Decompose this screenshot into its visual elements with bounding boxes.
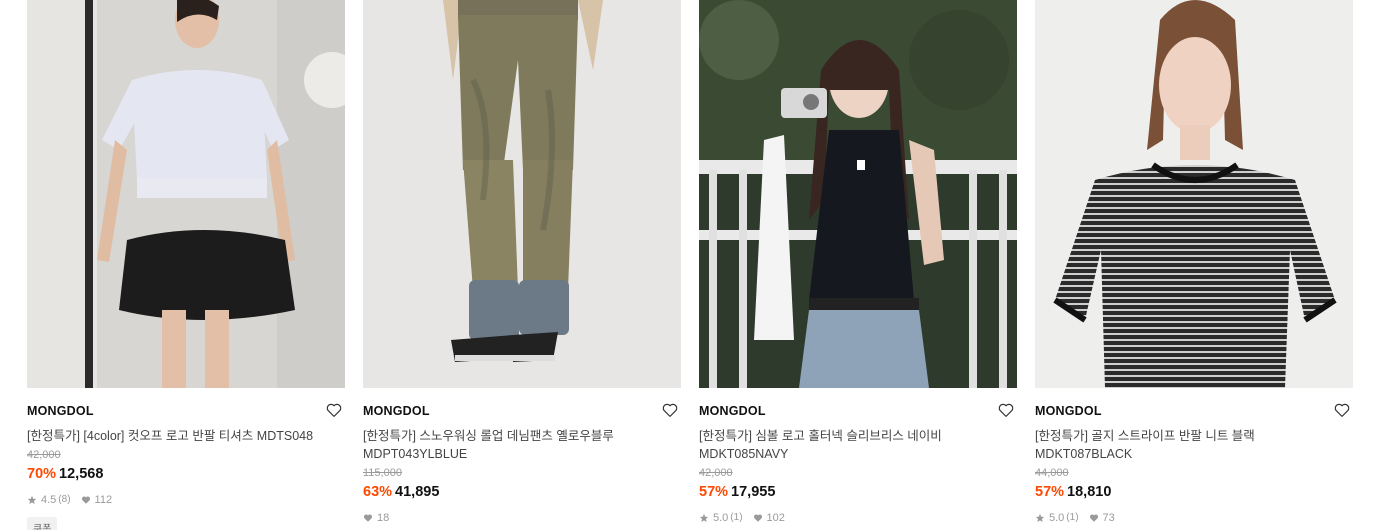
rating-value: 5.0: [1049, 512, 1065, 524]
product-card[interactable]: MONGDOL [한정특가] 골지 스트라이프 반팔 니트 블랙 MDKT087…: [1035, 0, 1353, 525]
product-meta: 4.5 (8) 112: [27, 493, 345, 507]
original-price: 42,000: [27, 449, 61, 461]
product-info: MONGDOL [한정특가] [4color] 컷오프 로고 반팔 티셔츠 MD…: [27, 388, 345, 530]
like-count: 18: [377, 512, 390, 524]
sale-price: 41,895: [395, 484, 440, 500]
like-count: 73: [1102, 512, 1115, 524]
brand-name[interactable]: MONGDOL: [699, 404, 1017, 419]
brand-name[interactable]: MONGDOL: [27, 404, 345, 419]
price-row: 70% 12,568: [27, 465, 345, 483]
price-row: 63% 41,895: [363, 483, 681, 501]
discount-rate: 63%: [363, 484, 393, 500]
discount-rate: 70%: [27, 466, 57, 482]
product-meta: 5.0 (1) 102: [699, 511, 1017, 525]
product-grid: MONGDOL [한정특가] [4color] 컷오프 로고 반팔 티셔츠 MD…: [0, 0, 1374, 530]
review-count: (1): [1066, 512, 1079, 523]
price-row: 57% 17,955: [699, 483, 1017, 501]
heart-filled-icon: [81, 495, 91, 505]
product-name[interactable]: [한정특가] 골지 스트라이프 반팔 니트 블랙 MDKT087BLACK: [1035, 427, 1335, 463]
product-card[interactable]: MONGDOL [한정특가] 스노우워싱 롤업 데님팬츠 옐로우블루 MDPT0…: [363, 0, 681, 525]
brand-name[interactable]: MONGDOL: [1035, 404, 1353, 419]
original-price: 44,000: [1035, 467, 1069, 479]
product-card[interactable]: MONGDOL [한정특가] 심볼 로고 홀터넥 슬리브리스 네이비 MDKT0…: [699, 0, 1017, 525]
product-image[interactable]: [699, 0, 1017, 388]
sale-price: 17,955: [731, 484, 776, 500]
price-row: 57% 18,810: [1035, 483, 1353, 501]
product-meta: 5.0 (1) 73: [1035, 511, 1353, 525]
brand-name[interactable]: MONGDOL: [363, 404, 681, 419]
product-info: MONGDOL [한정특가] 심볼 로고 홀터넥 슬리브리스 네이비 MDKT0…: [699, 388, 1017, 525]
coupon-tag: 쿠폰: [27, 517, 58, 530]
wishlist-heart-icon[interactable]: [661, 401, 679, 419]
product-image[interactable]: [1035, 0, 1353, 388]
star-icon: [699, 513, 709, 523]
wishlist-heart-icon[interactable]: [325, 401, 343, 419]
product-name[interactable]: [한정특가] 심볼 로고 홀터넥 슬리브리스 네이비 MDKT085NAVY: [699, 427, 999, 463]
product-name[interactable]: [한정특가] [4color] 컷오프 로고 반팔 티셔츠 MDTS048: [27, 427, 327, 445]
star-icon: [27, 495, 37, 505]
like-count: 112: [94, 494, 113, 506]
heart-filled-icon: [753, 513, 763, 523]
discount-rate: 57%: [1035, 484, 1065, 500]
product-name[interactable]: [한정특가] 스노우워싱 롤업 데님팬츠 옐로우블루 MDPT043YLBLUE: [363, 427, 663, 463]
like-count: 102: [766, 512, 785, 524]
product-meta: 18: [363, 511, 681, 525]
product-info: MONGDOL [한정특가] 골지 스트라이프 반팔 니트 블랙 MDKT087…: [1035, 388, 1353, 525]
wishlist-heart-icon[interactable]: [1333, 401, 1351, 419]
sale-price: 18,810: [1067, 484, 1112, 500]
product-image[interactable]: [363, 0, 681, 388]
heart-filled-icon: [363, 513, 373, 523]
rating-value: 5.0: [713, 512, 729, 524]
original-price: 115,000: [363, 467, 402, 479]
sale-price: 12,568: [59, 466, 104, 482]
original-price: 42,000: [699, 467, 733, 479]
heart-filled-icon: [1089, 513, 1099, 523]
product-image[interactable]: [27, 0, 345, 388]
product-info: MONGDOL [한정특가] 스노우워싱 롤업 데님팬츠 옐로우블루 MDPT0…: [363, 388, 681, 525]
review-count: (1): [730, 512, 743, 523]
star-icon: [1035, 513, 1045, 523]
product-card[interactable]: MONGDOL [한정특가] [4color] 컷오프 로고 반팔 티셔츠 MD…: [27, 0, 345, 530]
discount-rate: 57%: [699, 484, 729, 500]
review-count: (8): [58, 494, 71, 505]
rating-value: 4.5: [41, 494, 57, 506]
wishlist-heart-icon[interactable]: [997, 401, 1015, 419]
